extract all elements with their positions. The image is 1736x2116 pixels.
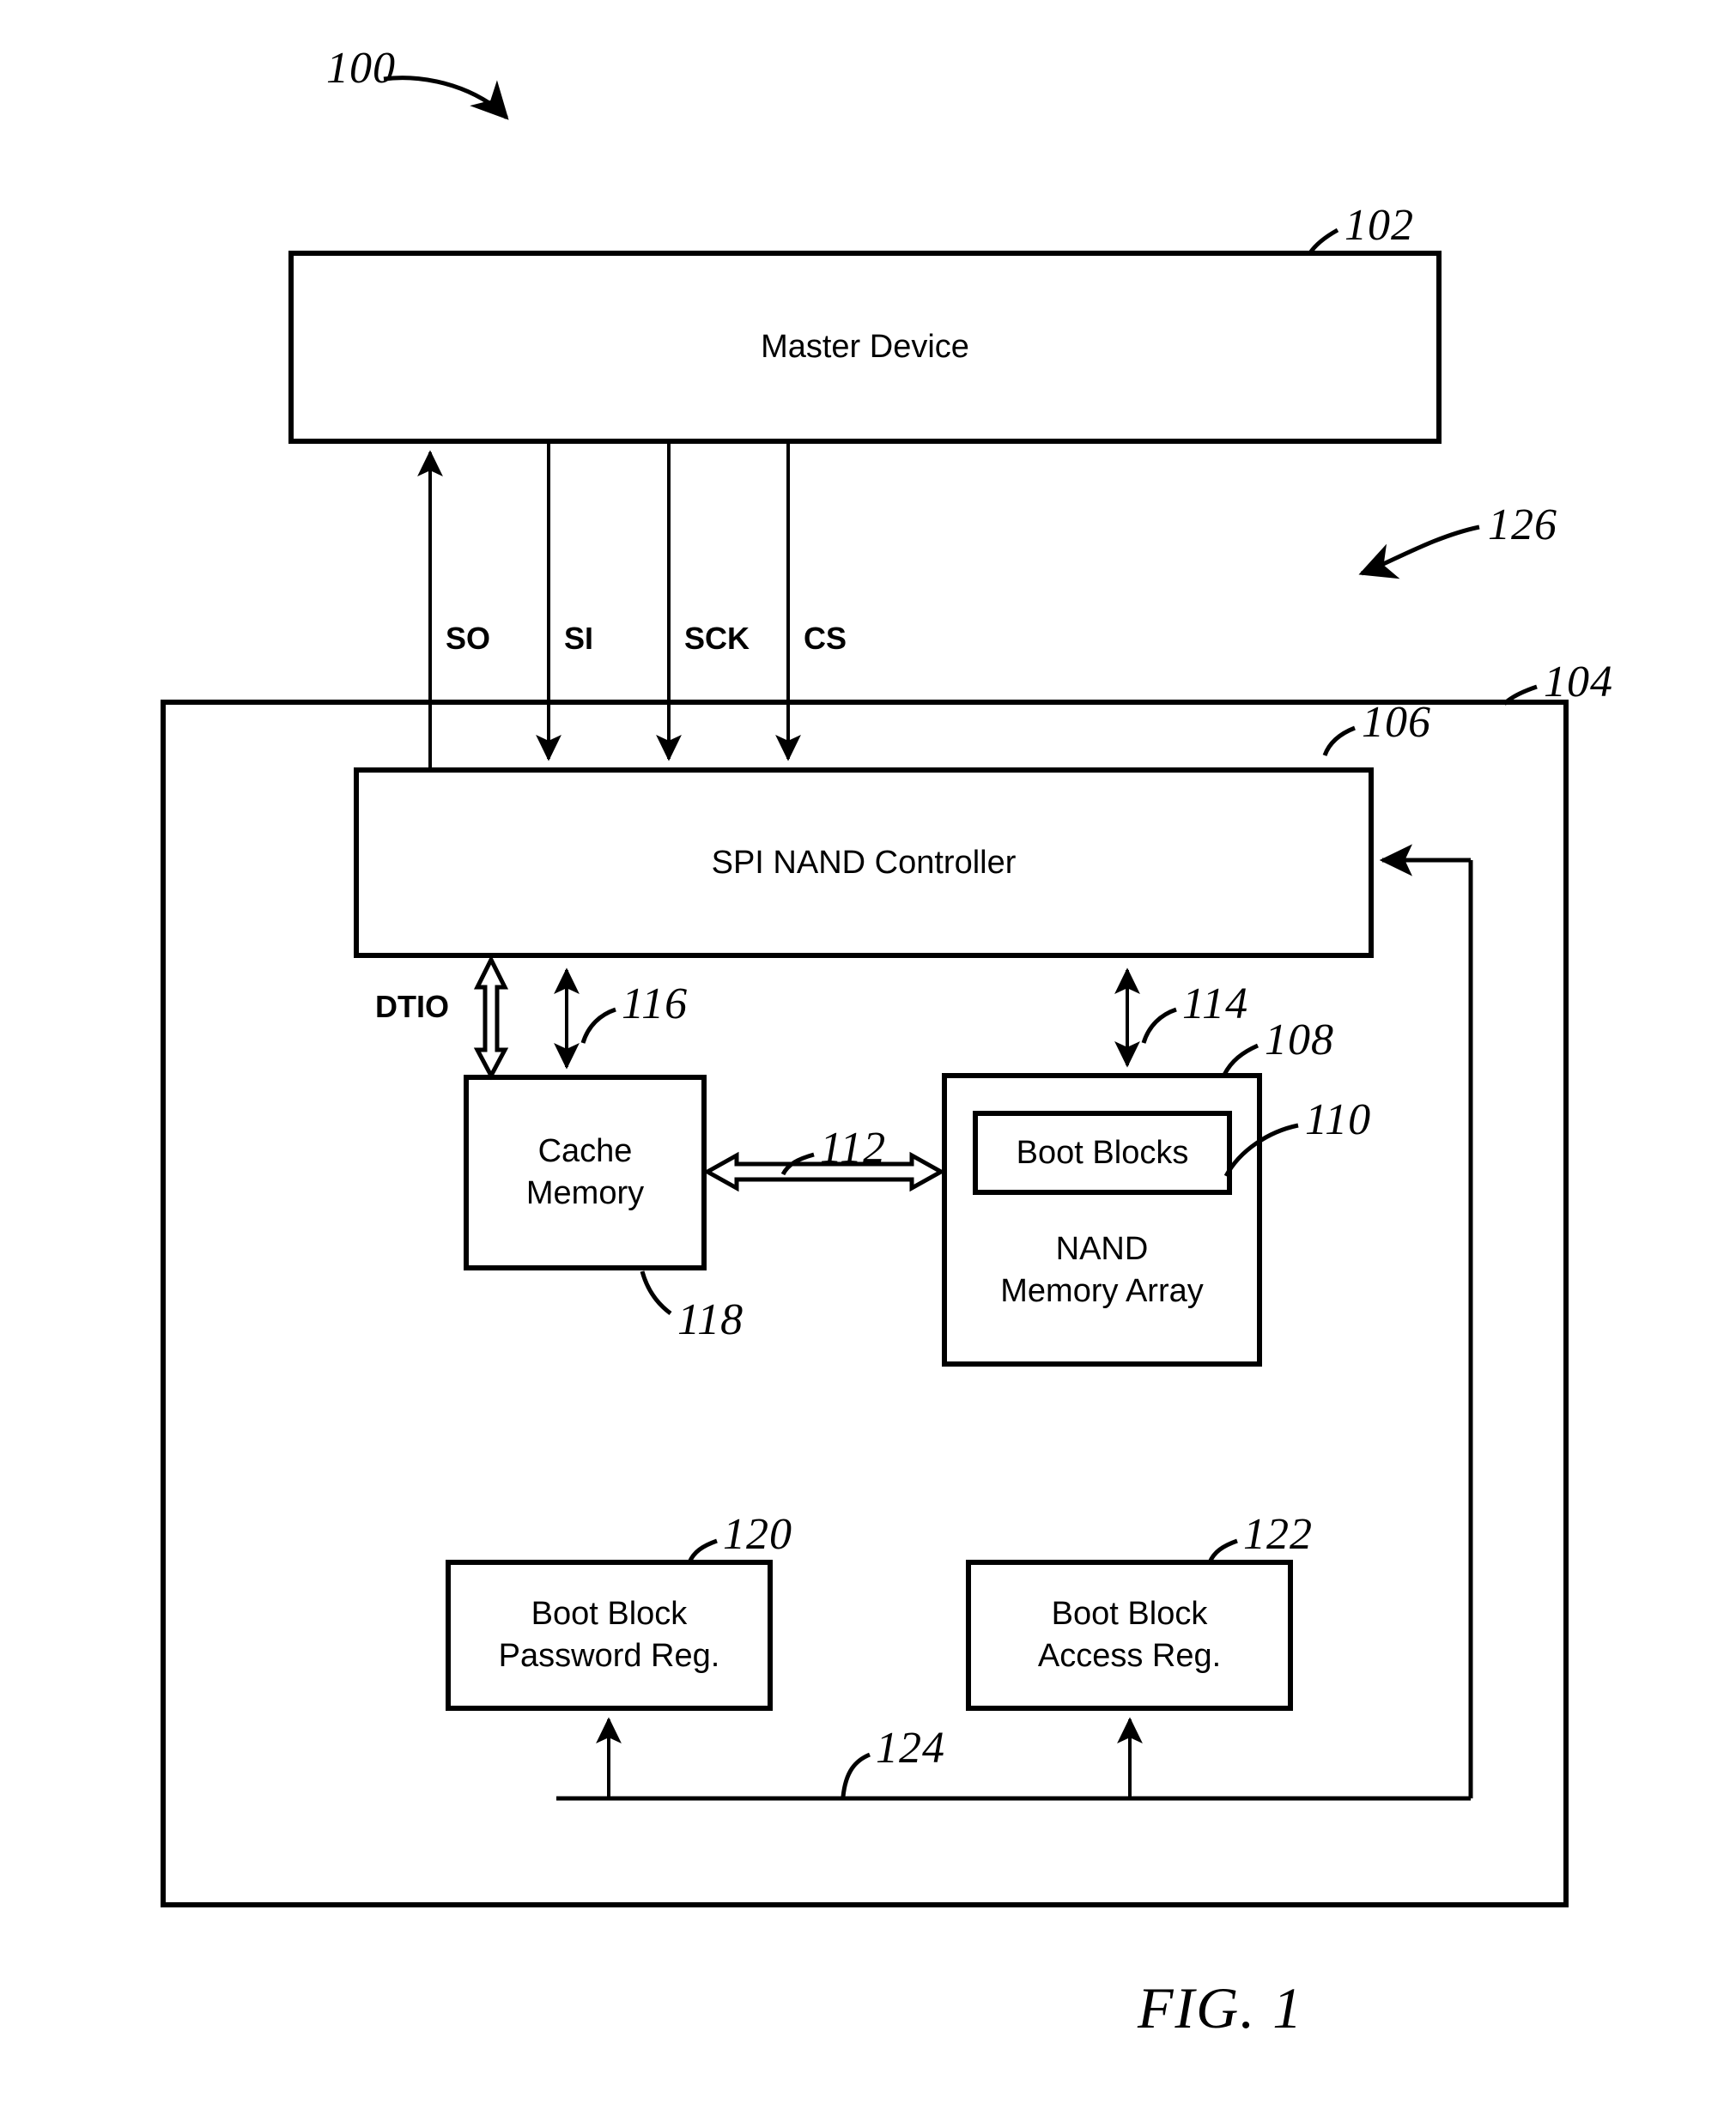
leader-114 xyxy=(1141,1007,1177,1044)
signal-label-cs: CS xyxy=(804,621,847,656)
signal-label-so: SO xyxy=(446,621,491,656)
signal-label-dtio: DTIO xyxy=(375,989,449,1024)
boot-block-access-reg-box xyxy=(966,1560,1293,1711)
leader-122 xyxy=(1207,1538,1238,1564)
boot-blocks-box xyxy=(973,1111,1232,1195)
leader-102 xyxy=(1307,227,1339,256)
dtio-bus-arrow xyxy=(473,955,509,1081)
ref-numeral-118: 118 xyxy=(677,1295,744,1344)
leader-120 xyxy=(687,1538,718,1564)
memory-device-box xyxy=(161,700,1569,1907)
leader-106 xyxy=(1322,725,1356,756)
leader-126 xyxy=(1358,524,1480,579)
signal-label-si: SI xyxy=(564,621,594,656)
figure-canvas xyxy=(161,76,1569,1907)
leader-118 xyxy=(640,1270,672,1316)
ref-numeral-112: 112 xyxy=(820,1124,887,1173)
ref-numeral-122: 122 xyxy=(1243,1510,1313,1559)
ref-numeral-108: 108 xyxy=(1265,1016,1334,1064)
nand-memory-array-box xyxy=(942,1073,1262,1367)
spi-nand-controller-box xyxy=(354,767,1374,958)
boot-block-password-reg-box xyxy=(446,1560,773,1711)
leader-100 xyxy=(383,76,509,120)
ref-numeral-124: 124 xyxy=(876,1724,945,1773)
ref-numeral-114: 114 xyxy=(1182,979,1249,1028)
leader-116 xyxy=(580,1007,616,1044)
ref-numeral-106: 106 xyxy=(1362,698,1431,747)
ref-numeral-126: 126 xyxy=(1488,500,1557,549)
cache-memory-box xyxy=(464,1075,707,1270)
ref-numeral-116: 116 xyxy=(622,979,689,1028)
ref-numeral-102: 102 xyxy=(1344,201,1414,250)
ref-numeral-110: 110 xyxy=(1305,1095,1372,1144)
ref-numeral-104: 104 xyxy=(1544,658,1613,706)
ref-numeral-120: 120 xyxy=(723,1510,792,1559)
figure-caption: FIG. 1 xyxy=(1138,1975,1304,2040)
patent-figure: Master Device SPI NAND Controller Cache … xyxy=(0,0,1736,2116)
signal-label-sck: SCK xyxy=(684,621,750,656)
master-device-box xyxy=(288,251,1442,444)
leader-108 xyxy=(1222,1043,1260,1076)
ref-numeral-100: 100 xyxy=(326,44,396,93)
leader-124 xyxy=(841,1752,871,1798)
